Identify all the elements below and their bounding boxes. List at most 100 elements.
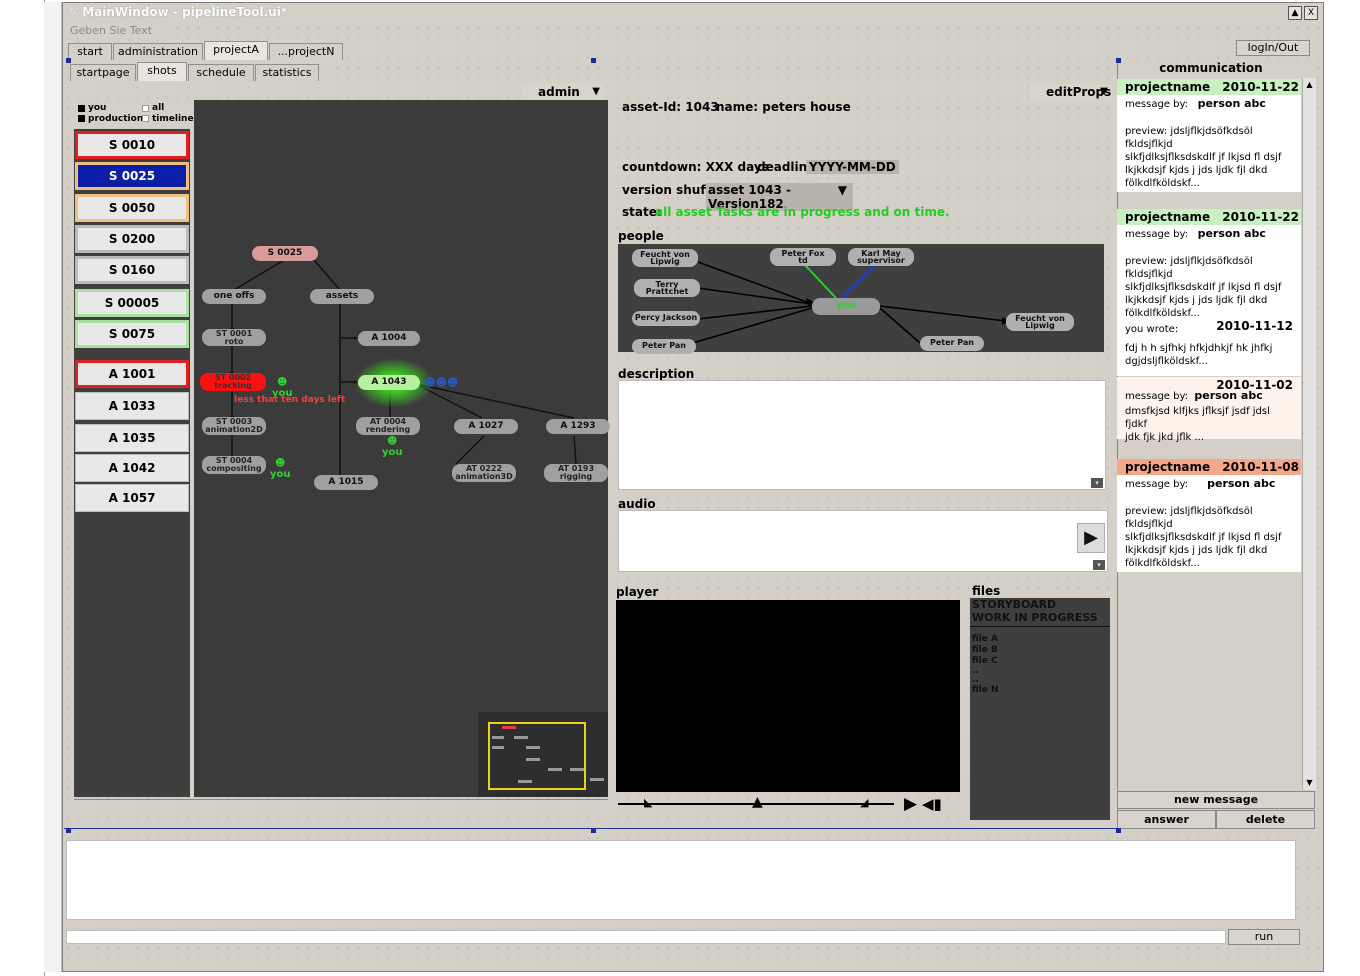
out-marker-icon[interactable]: ◢ — [860, 796, 868, 809]
shot-list-item[interactable]: S 00005 — [75, 289, 189, 317]
file-item[interactable]: .. — [972, 676, 999, 685]
message-by-label: message by: — [1125, 391, 1189, 402]
console-output[interactable] — [66, 840, 1296, 920]
minimap-viewport[interactable] — [488, 722, 586, 790]
file-item[interactable]: file N — [972, 685, 999, 696]
graph-node-a1027[interactable]: A 1027 — [454, 419, 518, 434]
resize-grip-icon[interactable]: ▾ — [1093, 560, 1105, 570]
shot-list-item[interactable]: S 0160 — [75, 256, 189, 284]
message-person: person abc — [1207, 477, 1276, 490]
graph-node-a1015[interactable]: A 1015 — [314, 475, 378, 490]
graph-node-st0003[interactable]: ST 0003 animation2D — [202, 417, 266, 435]
person-node-feucht-right[interactable]: Feucht von Lipwig — [1006, 313, 1074, 331]
minimap-node — [492, 746, 504, 749]
person-node-you[interactable]: you — [812, 298, 880, 315]
file-list: file A file B file C .. .. file N — [972, 634, 999, 696]
editprops-combo[interactable]: editProps ▼ — [1030, 84, 1112, 100]
person-node-peterfox[interactable]: Peter Fox td — [770, 248, 836, 266]
message-card[interactable]: 2010-11-12 you wrote: fdj h h sjfhkj hfk… — [1117, 318, 1301, 376]
resize-grip-icon[interactable]: ▾ — [1091, 478, 1103, 488]
graph-minimap[interactable] — [478, 712, 608, 797]
tab-startpage[interactable]: startpage — [70, 64, 136, 81]
new-message-button[interactable]: new message — [1117, 791, 1315, 809]
graph-node-s0025[interactable]: S 0025 — [252, 246, 318, 261]
splitter-handle[interactable] — [74, 799, 608, 805]
tab-administration[interactable]: administration — [113, 43, 203, 60]
shot-list-item[interactable]: S 0025 — [75, 162, 189, 190]
message-card[interactable]: projectname 2010-11-08 message by: perso… — [1117, 459, 1301, 572]
in-marker-icon[interactable]: ◣ — [644, 796, 652, 809]
minimap-node — [526, 758, 540, 761]
team-icon-group: ☻☻☻ — [424, 376, 459, 389]
tab-schedule[interactable]: schedule — [188, 64, 254, 81]
admin-combo[interactable]: admin ▼ — [522, 84, 604, 100]
deadline-value[interactable]: YYYY-MM-DD — [806, 160, 899, 174]
message-by-label: message by: — [1125, 99, 1189, 110]
top-line-edit[interactable]: Geben Sie Text ein — [66, 23, 166, 52]
asset-list-item[interactable]: A 1042 — [75, 454, 189, 482]
message-preview-line: slkfjdlksjflksdskdlf jf lkjsd fl dsjf — [1125, 152, 1282, 163]
tab-statistics[interactable]: statistics — [255, 64, 319, 81]
asset-list-item[interactable]: A 1001 — [75, 360, 189, 388]
scroll-down-icon[interactable]: ▼ — [1303, 776, 1316, 790]
asset-list-item[interactable]: A 1035 — [75, 424, 189, 452]
graph-node-assets[interactable]: assets — [310, 289, 374, 304]
person-node-peterpan-left[interactable]: Peter Pan — [632, 339, 696, 354]
tab-start[interactable]: start — [68, 43, 112, 60]
login-button[interactable]: logIn/Out — [1236, 40, 1310, 56]
graph-node-at0222[interactable]: AT 0222 animation3D — [452, 464, 516, 482]
playhead-icon[interactable]: ▲ — [752, 794, 763, 810]
graph-node-one-offs[interactable]: one offs — [202, 289, 266, 304]
production-checkbox[interactable] — [78, 115, 85, 122]
delete-button[interactable]: delete — [1216, 810, 1315, 829]
shot-list-item[interactable]: S 0050 — [75, 194, 189, 222]
file-item[interactable]: file B — [972, 645, 999, 656]
tab-shots[interactable]: shots — [137, 62, 187, 81]
person-name: Lipwig — [1025, 321, 1055, 330]
description-textarea[interactable]: ▾ — [618, 380, 1106, 490]
graph-node-at0004[interactable]: AT 0004 rendering — [356, 417, 420, 435]
tab-projecta[interactable]: projectA — [204, 41, 268, 60]
person-node-karlmay[interactable]: Karl May supervisor — [848, 248, 914, 266]
message-card[interactable]: 2010-11-02 message by: person abc dmsfkj… — [1117, 377, 1301, 443]
answer-button[interactable]: answer — [1117, 810, 1216, 829]
person-node-feucht-left[interactable]: Feucht von Lipwig — [632, 249, 698, 267]
play-icon[interactable]: ▶ — [904, 794, 917, 814]
graph-node-st0001[interactable]: ST 0001 roto — [202, 329, 266, 346]
volume-icon[interactable]: ◀▮ — [922, 795, 942, 813]
asset-list-item[interactable]: A 1057 — [75, 484, 189, 512]
shot-list-item[interactable]: S 0200 — [75, 225, 189, 253]
message-preview-line: lkjkkdsjf kjds j jds ljdk fjl dkd — [1125, 165, 1268, 176]
graph-node-st0004[interactable]: ST 0004 compositing — [202, 456, 266, 474]
you-checkbox[interactable] — [78, 105, 85, 112]
countdown: countdown: XXX days — [622, 160, 769, 174]
graph-node-a1043[interactable]: A 1043 — [358, 375, 420, 390]
person-node-terry[interactable]: Terry Prattchet — [634, 279, 700, 297]
audio-title: audio — [618, 497, 656, 511]
graph-node-a1004[interactable]: A 1004 — [358, 331, 420, 346]
shot-list-item[interactable]: S 0010 — [75, 131, 189, 159]
command-input[interactable] — [66, 930, 1226, 944]
graph-node-st0002[interactable]: ST 0002 tracking — [200, 373, 266, 391]
timeline-checkbox[interactable] — [142, 115, 149, 122]
close-button[interactable]: X — [1304, 6, 1318, 20]
message-preview-line: fölkdlfköldskf... — [1125, 558, 1200, 569]
person-node-peterpan-right[interactable]: Peter Pan — [920, 336, 984, 351]
person-node-percy[interactable]: Percy Jackson — [632, 311, 700, 326]
message-card[interactable]: projectname 2010-11-22 message by: perso… — [1117, 209, 1301, 322]
message-scrollbar[interactable]: ▲ ▼ — [1302, 78, 1316, 790]
asset-list-item[interactable]: A 1033 — [75, 392, 189, 420]
maximize-button[interactable]: ▲ — [1288, 6, 1302, 20]
all-checkbox[interactable] — [142, 105, 149, 112]
message-card[interactable]: projectname 2010-11-22 message by: perso… — [1117, 79, 1301, 192]
scroll-up-icon[interactable]: ▲ — [1303, 78, 1316, 92]
shot-list-item[interactable]: S 0075 — [75, 320, 189, 348]
run-button[interactable]: run — [1228, 929, 1300, 945]
tab-projectn[interactable]: ...projectN — [269, 43, 343, 60]
st0004-task: compositing — [206, 464, 262, 473]
graph-node-at0193[interactable]: AT 0193 rigging — [544, 464, 608, 482]
file-item[interactable]: file A — [972, 634, 999, 645]
graph-node-a1293[interactable]: A 1293 — [546, 419, 610, 434]
audio-play-button[interactable]: ▶ — [1077, 523, 1105, 553]
video-player[interactable] — [616, 600, 960, 792]
